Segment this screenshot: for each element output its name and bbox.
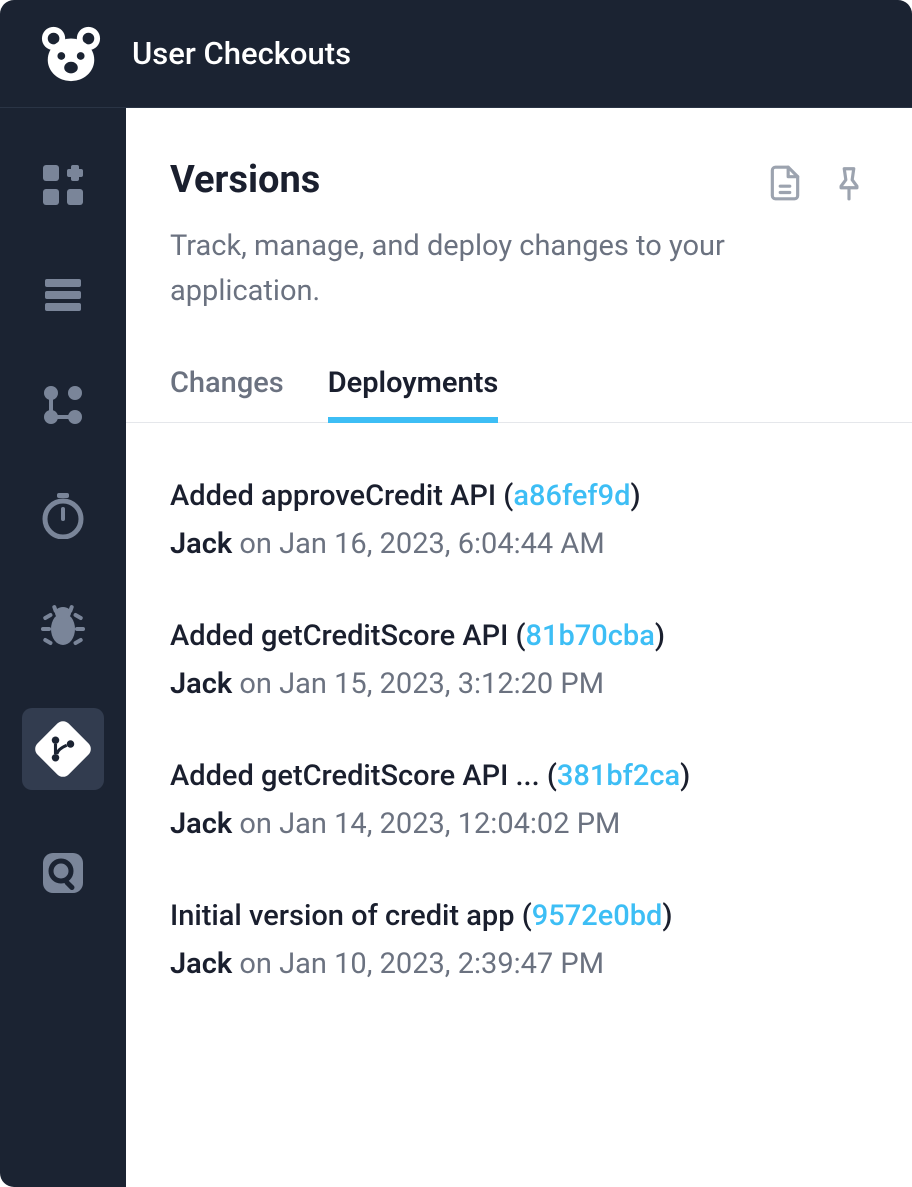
sidebar bbox=[0, 108, 126, 1187]
tab-changes[interactable]: Changes bbox=[170, 366, 284, 422]
sidebar-item-workflow[interactable] bbox=[36, 378, 90, 432]
deployment-item[interactable]: Added getCreditScore API (81b70cba) Jack… bbox=[170, 619, 868, 701]
deployment-author: Jack bbox=[170, 947, 232, 981]
deployment-title: Initial version of credit app (9572e0bd) bbox=[170, 899, 868, 933]
deployment-timestamp: on Jan 15, 2023, 3:12:20 PM bbox=[239, 667, 604, 701]
app-title: User Checkouts bbox=[132, 35, 351, 72]
deployment-author: Jack bbox=[170, 527, 232, 561]
sidebar-item-timer[interactable] bbox=[36, 488, 90, 542]
deployment-title-text: Initial version of credit app bbox=[170, 899, 515, 933]
app-header: User Checkouts bbox=[0, 0, 912, 108]
deployment-timestamp: on Jan 14, 2023, 12:04:02 PM bbox=[239, 807, 620, 841]
tab-deployments[interactable]: Deployments bbox=[328, 366, 499, 422]
page-subtitle: Track, manage, and deploy changes to you… bbox=[170, 224, 868, 314]
main-content: Versions bbox=[126, 108, 912, 1187]
deployment-item[interactable]: Initial version of credit app (9572e0bd)… bbox=[170, 899, 868, 981]
deployments-list: Added approveCredit API (a86fef9d) Jack … bbox=[170, 423, 868, 981]
sidebar-item-debug[interactable] bbox=[36, 598, 90, 652]
deployment-title: Added approveCredit API (a86fef9d) bbox=[170, 479, 868, 513]
release-notes-icon[interactable] bbox=[766, 164, 804, 202]
deployment-title: Added getCreditScore API (81b70cba) bbox=[170, 619, 868, 653]
sidebar-item-list[interactable] bbox=[36, 268, 90, 322]
tabs: Changes Deployments bbox=[126, 366, 912, 423]
deployment-author: Jack bbox=[170, 807, 232, 841]
deployment-timestamp: on Jan 16, 2023, 6:04:44 AM bbox=[239, 527, 604, 561]
deployment-title-text: Added approveCredit API bbox=[170, 479, 496, 513]
deployment-meta: Jack on Jan 14, 2023, 12:04:02 PM bbox=[170, 807, 868, 841]
deployment-title-text: Added getCreditScore API bbox=[170, 619, 508, 653]
deployment-hash[interactable]: 81b70cba bbox=[526, 619, 655, 653]
deployment-hash[interactable]: 9572e0bd bbox=[532, 899, 663, 933]
deployment-meta: Jack on Jan 15, 2023, 3:12:20 PM bbox=[170, 667, 868, 701]
deployment-meta: Jack on Jan 16, 2023, 6:04:44 AM bbox=[170, 527, 868, 561]
deployment-timestamp: on Jan 10, 2023, 2:39:47 PM bbox=[239, 947, 604, 981]
page-title: Versions bbox=[170, 158, 320, 202]
sidebar-item-versions[interactable] bbox=[22, 708, 104, 790]
deployment-item[interactable]: Added getCreditScore API ... (381bf2ca) … bbox=[170, 759, 868, 841]
deployment-hash[interactable]: a86fef9d bbox=[513, 479, 630, 513]
pin-icon[interactable] bbox=[830, 164, 868, 202]
git-branch-icon bbox=[32, 718, 94, 780]
sidebar-item-widgets[interactable] bbox=[36, 158, 90, 212]
deployment-meta: Jack on Jan 10, 2023, 2:39:47 PM bbox=[170, 947, 868, 981]
koala-logo-icon bbox=[40, 23, 102, 85]
deployment-hash[interactable]: 381bf2ca bbox=[557, 759, 680, 793]
deployment-author: Jack bbox=[170, 667, 232, 701]
deployment-item[interactable]: Added approveCredit API (a86fef9d) Jack … bbox=[170, 479, 868, 561]
deployment-title-text: Added getCreditScore API ... bbox=[170, 759, 540, 793]
sidebar-item-search[interactable] bbox=[36, 846, 90, 900]
deployment-title: Added getCreditScore API ... (381bf2ca) bbox=[170, 759, 868, 793]
